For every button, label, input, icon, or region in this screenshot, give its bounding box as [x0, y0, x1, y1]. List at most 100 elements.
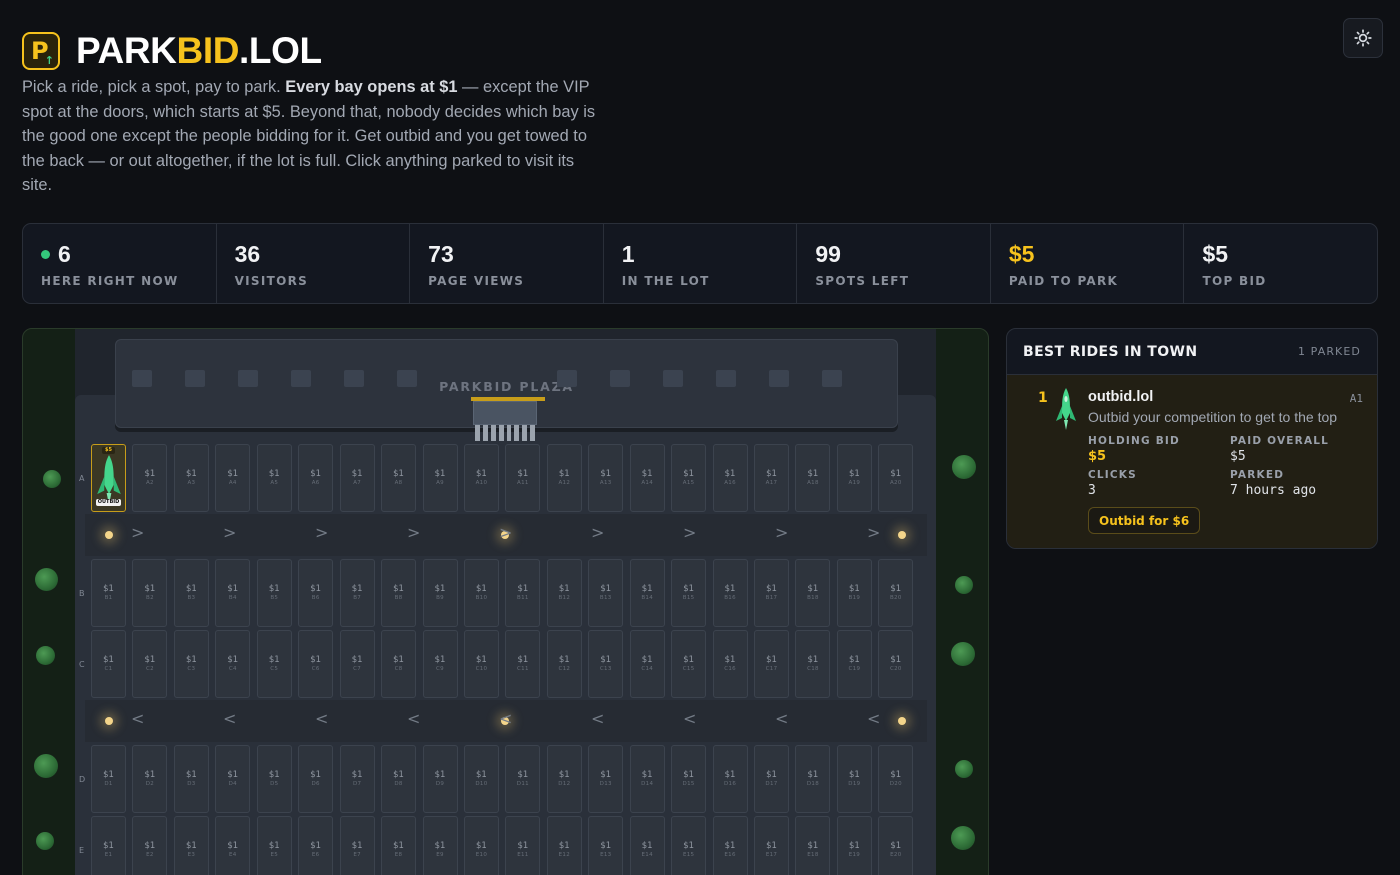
parking-bay[interactable]: $1 C19: [836, 630, 872, 698]
parking-bay[interactable]: $1 C3: [173, 630, 209, 698]
parking-bay[interactable]: $1 D15: [671, 745, 707, 813]
parking-bay[interactable]: $1 D7: [339, 745, 375, 813]
parking-bay[interactable]: $1 E4: [215, 816, 251, 875]
parking-bay[interactable]: $1 B10: [463, 559, 499, 627]
parking-bay[interactable]: $1 A17: [754, 444, 789, 512]
parking-bay[interactable]: $1 C6: [298, 630, 334, 698]
entry-site-link[interactable]: outbid.lol: [1088, 389, 1153, 405]
parking-bay[interactable]: $1 D18: [795, 745, 831, 813]
parked-vehicle-bay[interactable]: $5 OUTBID: [91, 444, 126, 512]
parking-bay[interactable]: $1 A10: [463, 444, 499, 512]
parking-bay[interactable]: $1 E17: [754, 816, 789, 875]
parking-bay[interactable]: $1 E2: [132, 816, 168, 875]
parking-bay[interactable]: $1 D3: [173, 745, 209, 813]
parking-bay[interactable]: $1 E10: [463, 816, 499, 875]
parking-bay[interactable]: $1 E20: [878, 816, 914, 875]
parking-bay[interactable]: $1 A7: [339, 444, 375, 512]
parking-bay[interactable]: $1 A18: [795, 444, 831, 512]
parking-bay[interactable]: $1 B2: [132, 559, 168, 627]
parking-bay[interactable]: $1 E16: [712, 816, 748, 875]
parking-bay[interactable]: $1 E8: [381, 816, 417, 875]
parking-bay[interactable]: $1 D1: [91, 745, 126, 813]
parking-bay[interactable]: $1 B12: [546, 559, 582, 627]
parking-bay[interactable]: $1 D17: [754, 745, 789, 813]
parking-bay[interactable]: $1 C15: [671, 630, 707, 698]
parking-bay[interactable]: $1 B18: [795, 559, 831, 627]
parking-bay[interactable]: $1 C13: [588, 630, 624, 698]
parking-bay[interactable]: $1 A12: [546, 444, 582, 512]
parking-bay[interactable]: $1 E7: [339, 816, 375, 875]
parking-bay[interactable]: $1 A9: [422, 444, 458, 512]
parking-bay[interactable]: $1 D4: [215, 745, 251, 813]
parking-bay[interactable]: $1 C20: [878, 630, 914, 698]
parking-bay[interactable]: $1 B9: [422, 559, 458, 627]
parking-bay[interactable]: $1 D6: [298, 745, 334, 813]
parking-bay[interactable]: $1 C9: [422, 630, 458, 698]
parking-bay[interactable]: $1 C11: [505, 630, 541, 698]
parking-bay[interactable]: $1 E6: [298, 816, 334, 875]
parking-bay[interactable]: $1 A14: [629, 444, 665, 512]
parking-bay[interactable]: $1 B7: [339, 559, 375, 627]
parking-bay[interactable]: $1 E13: [588, 816, 624, 875]
parking-bay[interactable]: $1 B1: [91, 559, 126, 627]
parking-bay[interactable]: $1 B3: [173, 559, 209, 627]
parking-bay[interactable]: $1 D12: [546, 745, 582, 813]
parking-bay[interactable]: $1 B20: [878, 559, 914, 627]
parking-bay[interactable]: $1 B5: [256, 559, 292, 627]
parking-bay[interactable]: $1 B6: [298, 559, 334, 627]
parking-bay[interactable]: $1 B16: [712, 559, 748, 627]
parking-bay[interactable]: $1 A16: [712, 444, 748, 512]
parking-bay[interactable]: $1 B13: [588, 559, 624, 627]
parking-bay[interactable]: $1 E3: [173, 816, 209, 875]
parking-bay[interactable]: $1 A3: [173, 444, 209, 512]
parking-bay[interactable]: $1 C5: [256, 630, 292, 698]
parking-bay[interactable]: $1 B14: [629, 559, 665, 627]
parking-bay[interactable]: $1 A2: [132, 444, 168, 512]
parking-bay[interactable]: $1 E5: [256, 816, 292, 875]
parking-bay[interactable]: $1 E9: [422, 816, 458, 875]
parking-bay[interactable]: $1 D8: [381, 745, 417, 813]
outbid-button[interactable]: Outbid for $6: [1088, 507, 1201, 534]
parking-bay[interactable]: $1 B15: [671, 559, 707, 627]
parking-bay[interactable]: $1 C1: [91, 630, 126, 698]
parking-bay[interactable]: $1 D19: [836, 745, 872, 813]
parking-bay[interactable]: $1 B8: [381, 559, 417, 627]
parking-bay[interactable]: $1 D11: [505, 745, 541, 813]
parking-bay[interactable]: $1 D20: [878, 745, 914, 813]
parking-bay[interactable]: $1 A5: [256, 444, 292, 512]
parking-bay[interactable]: $1 A8: [381, 444, 417, 512]
parking-bay[interactable]: $1 D14: [629, 745, 665, 813]
parking-bay[interactable]: $1 A6: [298, 444, 334, 512]
parking-bay[interactable]: $1 E18: [795, 816, 831, 875]
parking-bay[interactable]: $1 D16: [712, 745, 748, 813]
parking-bay[interactable]: $1 C17: [754, 630, 789, 698]
parking-bay[interactable]: $1 E11: [505, 816, 541, 875]
parking-bay[interactable]: $1 C8: [381, 630, 417, 698]
parking-bay[interactable]: $1 D10: [463, 745, 499, 813]
parking-bay[interactable]: $1 E14: [629, 816, 665, 875]
parking-bay[interactable]: $1 E12: [546, 816, 582, 875]
parking-bay[interactable]: $1 C4: [215, 630, 251, 698]
parking-bay[interactable]: $1 D5: [256, 745, 292, 813]
parking-bay[interactable]: $1 A19: [836, 444, 872, 512]
parking-bay[interactable]: $1 E1: [91, 816, 126, 875]
parking-bay[interactable]: $1 C2: [132, 630, 168, 698]
parking-bay[interactable]: $1 B17: [754, 559, 789, 627]
parking-bay[interactable]: $1 D2: [132, 745, 168, 813]
parking-bay[interactable]: $1 C18: [795, 630, 831, 698]
parking-bay[interactable]: $1 B19: [836, 559, 872, 627]
parking-bay[interactable]: $1 D13: [588, 745, 624, 813]
parking-bay[interactable]: $1 A15: [671, 444, 707, 512]
leaderboard-entry[interactable]: 1 outbid.lol A1 Outbid your competition …: [1007, 375, 1377, 548]
parking-bay[interactable]: $1 C12: [546, 630, 582, 698]
parking-bay[interactable]: $1 C10: [463, 630, 499, 698]
parking-bay[interactable]: $1 C16: [712, 630, 748, 698]
parking-bay[interactable]: $1 E19: [836, 816, 872, 875]
parking-bay[interactable]: $1 A13: [588, 444, 624, 512]
parking-bay[interactable]: $1 C14: [629, 630, 665, 698]
parking-bay[interactable]: $1 A20: [878, 444, 914, 512]
parking-bay[interactable]: $1 C7: [339, 630, 375, 698]
parking-bay[interactable]: $1 E15: [671, 816, 707, 875]
parking-bay[interactable]: $1 A11: [505, 444, 541, 512]
theme-toggle-button[interactable]: [1343, 18, 1383, 58]
